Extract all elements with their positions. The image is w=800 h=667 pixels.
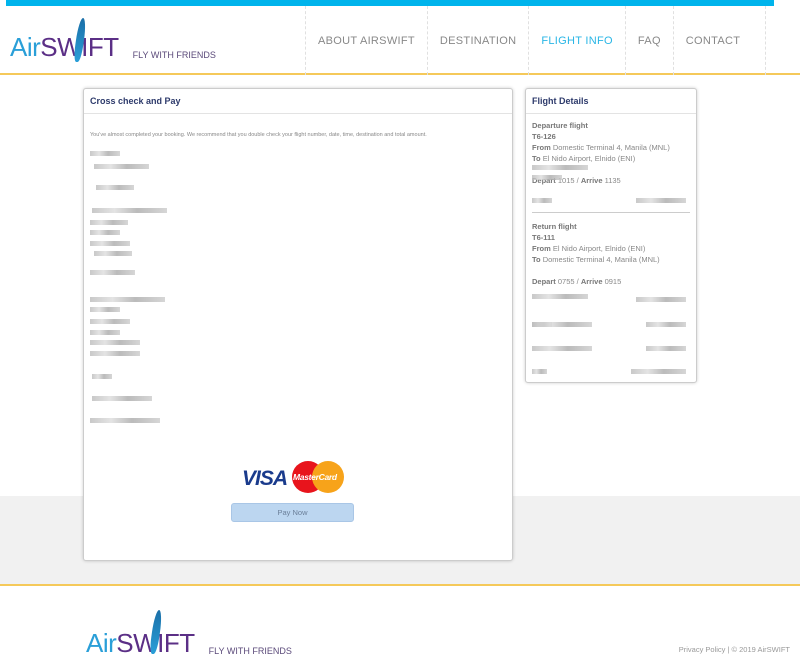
departure-to: El Nido Airport, Elnido (ENI) xyxy=(542,154,636,163)
departure-heading: Departure flight xyxy=(532,121,588,130)
tagline: FLY WITH FRIENDS xyxy=(132,50,216,60)
redacted-text xyxy=(90,340,140,345)
to-label: To xyxy=(532,154,541,163)
return-depart-time: 0755 xyxy=(557,277,575,286)
redacted-text xyxy=(532,369,547,374)
redacted-text xyxy=(90,270,135,275)
nav-faq[interactable]: FAQ xyxy=(624,6,673,75)
redacted-text xyxy=(631,369,686,374)
redacted-text xyxy=(90,418,160,423)
redacted-text xyxy=(90,351,140,356)
nav-about[interactable]: ABOUT AIRSWIFT xyxy=(305,6,427,75)
footer-tagline: FLY WITH FRIENDS xyxy=(208,646,292,656)
cross-check-card: Cross check and Pay You've almost comple… xyxy=(83,88,513,561)
nav-destination[interactable]: DESTINATION xyxy=(426,6,528,75)
card-title: Cross check and Pay xyxy=(84,89,512,114)
redacted-text xyxy=(636,297,686,302)
redacted-text xyxy=(92,396,152,401)
redacted-text xyxy=(532,346,592,351)
from-label: From xyxy=(532,244,551,253)
from-label: From xyxy=(532,143,551,152)
redacted-text xyxy=(90,241,130,246)
footer-copyright[interactable]: Privacy Policy | © 2019 AirSWIFT xyxy=(679,645,790,654)
redacted-text xyxy=(646,322,686,327)
pay-now-button[interactable]: Pay Now xyxy=(231,503,354,522)
airswift-logo[interactable]: AirSWIFT FLY WITH FRIENDS xyxy=(10,18,216,63)
return-to: Domestic Terminal 4, Manila (MNL) xyxy=(542,255,660,264)
departure-number: T6-126 xyxy=(532,132,556,141)
redacted-text xyxy=(90,297,165,302)
return-number: T6-111 xyxy=(532,233,555,242)
departure-section: Departure flight T6-126 From Domestic Te… xyxy=(526,114,696,293)
flight-details-card: Flight Details Departure flight T6-126 F… xyxy=(525,88,697,383)
card-brands-logo: VISA MasterCard xyxy=(242,461,346,493)
redacted-text xyxy=(532,165,588,170)
arrive-label: Arrive xyxy=(580,176,603,185)
redacted-text xyxy=(532,294,588,299)
redacted-text xyxy=(532,175,562,180)
depart-label: Depart xyxy=(532,277,556,286)
departure-from: Domestic Terminal 4, Manila (MNL) xyxy=(552,143,670,152)
flight-details-title: Flight Details xyxy=(526,89,696,114)
mastercard-text: MasterCard xyxy=(293,472,337,482)
visa-logo: VISA xyxy=(242,467,288,490)
divider xyxy=(532,212,690,213)
redacted-text xyxy=(94,164,149,169)
return-from: El Nido Airport, Elnido (ENI) xyxy=(552,244,646,253)
redacted-text xyxy=(96,185,134,190)
redacted-text xyxy=(646,346,686,351)
logo-air: Air xyxy=(10,32,41,62)
redacted-text xyxy=(532,198,552,203)
return-heading: Return flight xyxy=(532,222,577,231)
footer-logo[interactable]: AirSWIFT FLY WITH FRIENDS xyxy=(86,610,292,659)
redacted-text xyxy=(90,230,120,235)
redacted-text xyxy=(90,307,120,312)
redacted-text xyxy=(90,319,130,324)
main-nav: ABOUT AIRSWIFT DESTINATION FLIGHT INFO F… xyxy=(305,6,767,75)
nav-flight-info[interactable]: FLIGHT INFO xyxy=(528,6,625,75)
redacted-text xyxy=(90,330,120,335)
departure-arrive-time: 1135 xyxy=(604,176,621,185)
redacted-text xyxy=(636,198,686,203)
redacted-text xyxy=(94,251,132,256)
redacted-text xyxy=(90,220,128,225)
return-arrive-time: 0915 xyxy=(604,277,622,286)
arrive-label: Arrive xyxy=(580,277,603,286)
redacted-text xyxy=(90,151,120,156)
redacted-text xyxy=(92,208,167,213)
site-header: AirSWIFT FLY WITH FRIENDS ABOUT AIRSWIFT… xyxy=(0,6,800,75)
nav-contact[interactable]: CONTACT xyxy=(672,6,767,75)
to-label: To xyxy=(532,255,541,264)
redacted-text xyxy=(532,322,592,327)
redacted-text xyxy=(92,374,112,379)
intro-text: You've almost completed your booking. We… xyxy=(90,132,427,138)
footer-logo-air: Air xyxy=(86,628,117,658)
